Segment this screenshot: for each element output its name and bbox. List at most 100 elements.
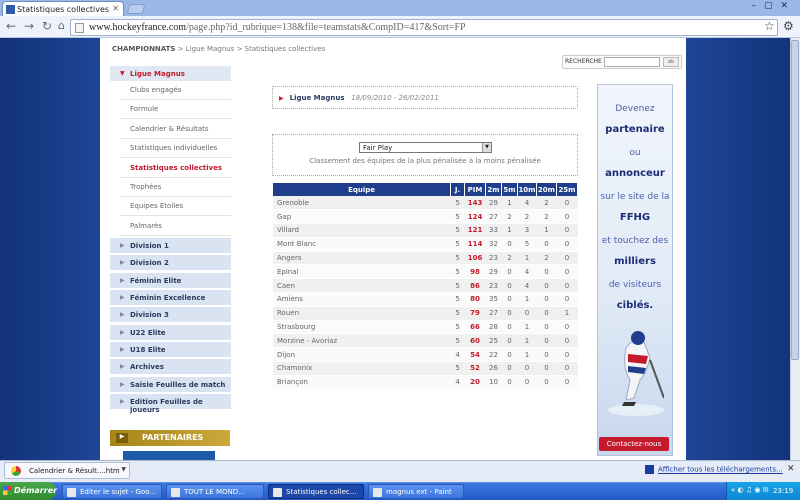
submenu-item[interactable]: Statistiques individuelles — [120, 139, 231, 159]
stat-cell: 27 — [485, 306, 502, 321]
submenu-item[interactable]: Formule — [120, 100, 231, 120]
stat-cell: 0 — [536, 306, 557, 321]
arrow-right-icon: ▶ — [120, 259, 125, 267]
submenu-item[interactable]: Trophées — [120, 178, 231, 197]
window-controls[interactable]: –▢✕ — [751, 1, 796, 11]
chevron-down-icon[interactable]: ▼ — [121, 466, 126, 473]
column-header[interactable]: PIM — [464, 183, 486, 196]
team-name-cell: Amiens — [273, 292, 451, 307]
stat-cell: 0 — [517, 306, 537, 321]
team-name-cell: Chamonix — [273, 361, 451, 376]
app-icon — [373, 488, 382, 497]
column-header[interactable]: 20m — [536, 183, 557, 196]
submenu-item[interactable]: Equipes Etoiles — [120, 197, 231, 217]
close-icon[interactable]: ✕ — [787, 464, 795, 474]
contact-button[interactable]: Contactez-nous — [599, 437, 669, 451]
menu-item[interactable]: ▶ U18 Elite — [110, 342, 231, 359]
menu-item-label: Division 1 — [130, 242, 169, 250]
stat-cell: 0 — [536, 264, 557, 280]
menu-item[interactable]: ▶ Division 1 — [110, 238, 231, 254]
arrow-right-icon: ▶ — [120, 242, 125, 249]
menu-item[interactable]: ▶ Edition Feuilles de joueurs — [110, 394, 231, 414]
chevron-down-icon[interactable]: ▼ — [482, 143, 491, 152]
stat-cell: 0 — [501, 333, 518, 349]
column-header[interactable]: Equipe — [273, 183, 452, 196]
browser-tab[interactable]: Statistiques collectives ✕ — [2, 1, 124, 16]
stat-cell: 52 — [464, 361, 486, 376]
stat-cell: 5 — [450, 333, 465, 349]
stat-cell: 5 — [450, 196, 465, 211]
team-name-cell: Angers — [273, 251, 451, 266]
stat-cell: 0 — [501, 237, 518, 252]
forward-icon[interactable]: → — [24, 19, 34, 33]
stat-cell: 60 — [464, 333, 486, 349]
page-background-left — [0, 38, 100, 460]
stat-cell: 0 — [556, 196, 578, 211]
wrench-icon[interactable]: ⚙ — [783, 19, 794, 33]
search-input[interactable] — [604, 57, 660, 67]
menu-item[interactable]: ▶ Archives — [110, 359, 231, 376]
taskbar-item[interactable]: magnus ext - Paint — [368, 484, 464, 499]
new-tab-button[interactable] — [126, 4, 146, 14]
stat-cell: 4 — [450, 347, 465, 363]
stat-cell: 3 — [517, 223, 537, 238]
menu-item[interactable]: ▶ Division 3 — [110, 307, 231, 324]
back-icon[interactable]: ← — [6, 19, 16, 33]
menu-item[interactable]: ▶ U22 Elite — [110, 324, 231, 341]
home-icon[interactable]: ⌂ — [58, 19, 65, 33]
submenu-item[interactable]: Statistiques collectives — [120, 159, 231, 178]
sort-selected: Fair Play — [363, 144, 393, 152]
submenu-item[interactable]: Palmarès — [120, 217, 231, 236]
menu-section-ligue-magnus[interactable]: ▼ Ligue Magnus — [110, 66, 231, 82]
column-header[interactable]: 2m — [485, 183, 502, 196]
address-bar[interactable]: www.hockeyfrance.com/page.php?id_rubriqu… — [70, 19, 778, 36]
stat-cell: 0 — [501, 375, 518, 390]
menu-item[interactable]: ▶ Féminin Elite — [110, 272, 231, 289]
competition-title[interactable]: ▶ Ligue Magnus 18/09/2010 - 26/02/2011 — [279, 94, 439, 102]
scrollbar-thumb[interactable] — [791, 40, 799, 360]
chrome-icon — [11, 466, 21, 476]
search-button[interactable]: ok — [663, 57, 679, 67]
stat-cell: 5 — [450, 237, 465, 252]
show-all-downloads-link[interactable]: Afficher tous les téléchargements... — [645, 465, 783, 474]
partners-icon: ▶ — [116, 433, 128, 443]
competition-name: Ligue Magnus — [289, 94, 345, 102]
menu-item[interactable]: ▶ Saisie Feuilles de match — [110, 376, 231, 393]
partners-label: PARTENAIRES — [142, 433, 204, 442]
bookmark-star-icon[interactable]: ☆ — [764, 19, 775, 33]
stat-cell: 1 — [517, 333, 537, 349]
stat-cell: 5 — [450, 361, 465, 376]
column-header[interactable]: J. — [450, 183, 466, 196]
close-tab-icon[interactable]: ✕ — [112, 4, 119, 13]
taskbar-item[interactable]: Editer le sujet - Goo... — [62, 484, 162, 499]
column-header[interactable]: 25m — [556, 183, 579, 196]
column-header[interactable]: 10m — [517, 183, 537, 196]
stat-cell: 2 — [501, 209, 518, 225]
submenu-item[interactable]: Calendrier & Résultats — [120, 120, 231, 139]
stat-cell: 86 — [464, 278, 486, 294]
stat-cell: 0 — [501, 347, 518, 363]
sort-box — [272, 134, 578, 176]
stat-cell: 4 — [517, 196, 537, 211]
table-row: Amiens 5 80 35 0 1 0 0 — [273, 292, 578, 307]
sort-select[interactable]: Fair Play ▼ — [359, 142, 492, 153]
stat-cell: 0 — [501, 320, 518, 335]
team-name-cell: Mont Blanc — [273, 237, 451, 252]
stat-cell: 106 — [464, 251, 486, 266]
start-button[interactable]: Démarrer — [0, 482, 57, 500]
reload-icon[interactable]: ↻ — [42, 19, 52, 33]
ad-text-line: sur le site de la — [600, 192, 670, 202]
taskbar-item[interactable]: Statistiques collec... — [268, 484, 364, 499]
download-item[interactable]: Calendrier & Résult....htm ▼ — [4, 462, 130, 479]
taskbar-item[interactable]: TOUT LE MOND... — [166, 484, 264, 499]
sort-caption: Classement des équipes de la plus pénali… — [309, 157, 541, 165]
menu-item[interactable]: ▶ Division 2 — [110, 255, 231, 272]
stat-cell: 1 — [501, 196, 518, 211]
stat-cell: 143 — [464, 196, 486, 211]
menu-item[interactable]: ▶ Féminin Excellence — [110, 290, 231, 307]
column-header[interactable]: 5m — [501, 183, 518, 196]
submenu-item[interactable]: Clubs engagés — [120, 81, 231, 100]
stat-cell: 0 — [556, 361, 578, 376]
breadcrumb-root[interactable]: CHAMPIONNATS — [112, 45, 175, 53]
menu-item-label: Archives — [130, 363, 164, 372]
